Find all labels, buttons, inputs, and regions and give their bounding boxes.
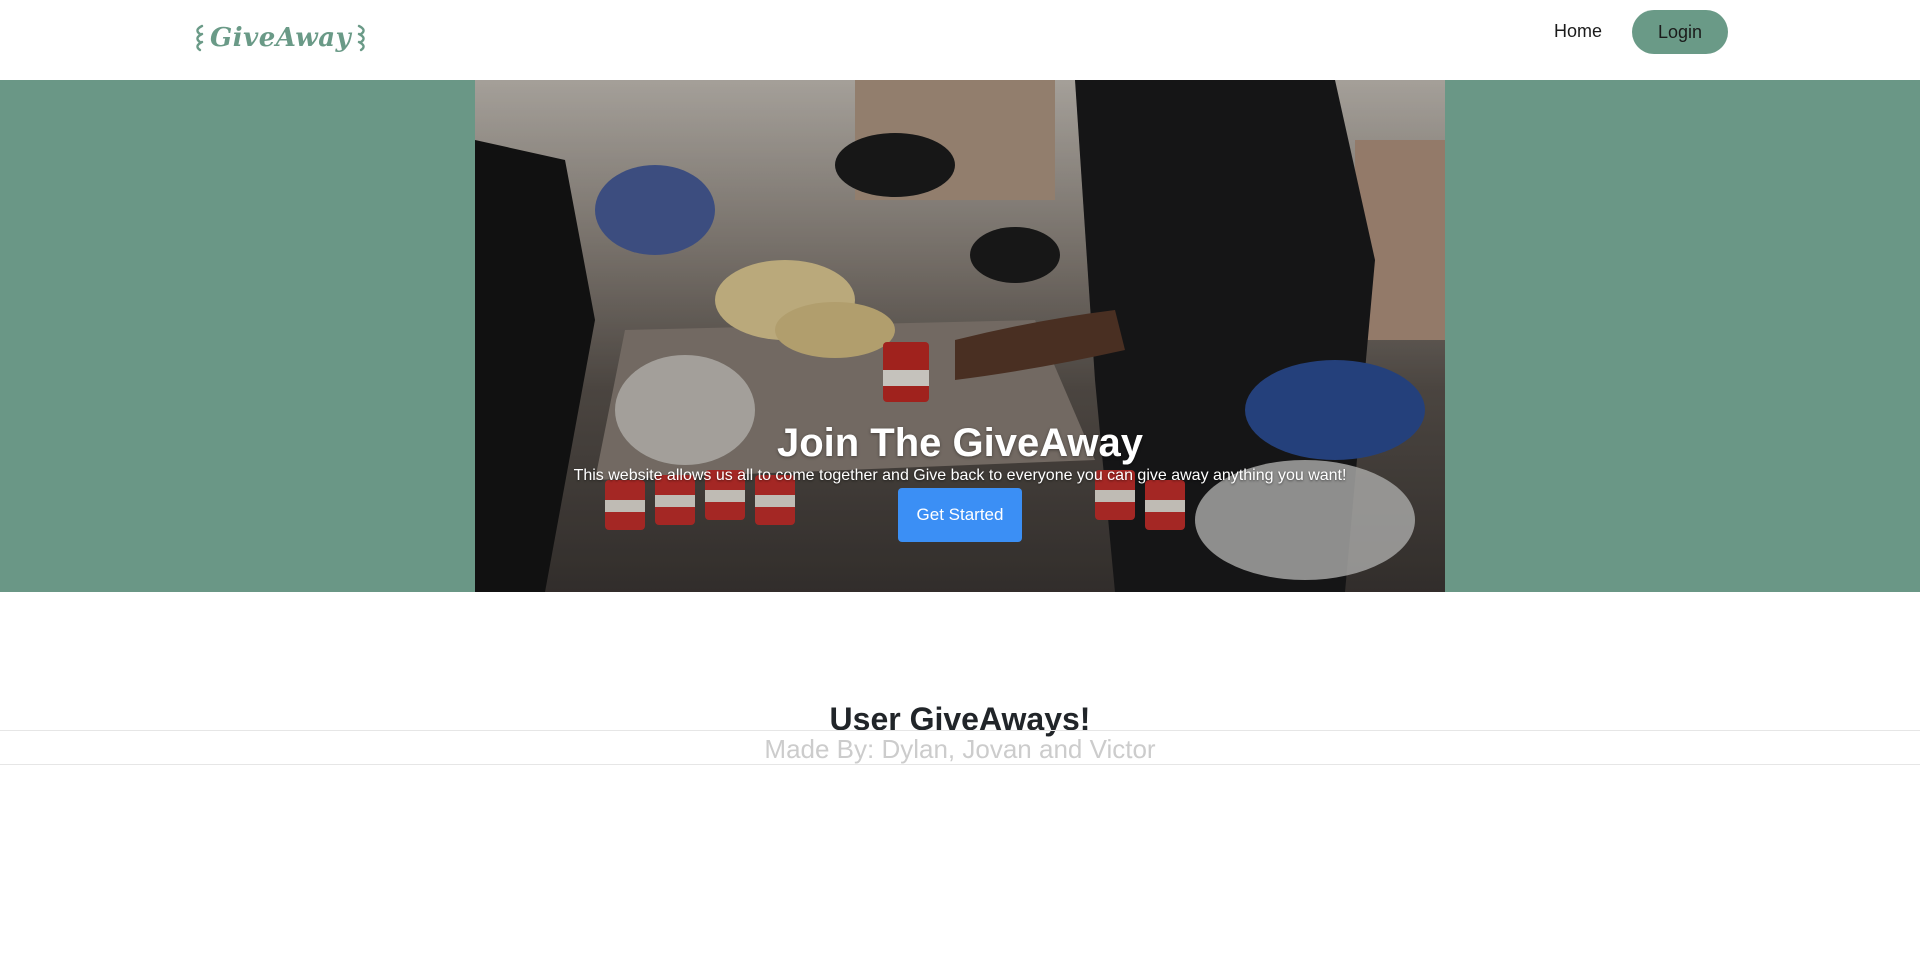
- navbar: GiveAway Home Login: [0, 0, 1920, 80]
- logo-text: GiveAway: [210, 23, 352, 53]
- hero-image: Join The GiveAway This website allows us…: [475, 80, 1445, 592]
- sprig-left-icon: [196, 24, 204, 52]
- nav-home-link[interactable]: Home: [1554, 19, 1602, 43]
- footer-divider-bottom: [0, 764, 1920, 765]
- get-started-button[interactable]: Get Started: [898, 488, 1022, 542]
- sprig-right-icon: [357, 24, 365, 52]
- footer-credit: Made By: Dylan, Jovan and Victor: [764, 734, 1156, 764]
- brand-logo[interactable]: GiveAway: [190, 18, 371, 58]
- hero-subtitle: This website allows us all to come toget…: [573, 467, 1347, 484]
- hero-section: Join The GiveAway This website allows us…: [0, 80, 1920, 592]
- hero-title: Join The GiveAway: [776, 420, 1144, 465]
- footer-divider-top: [0, 730, 1920, 731]
- login-button[interactable]: Login: [1632, 10, 1728, 54]
